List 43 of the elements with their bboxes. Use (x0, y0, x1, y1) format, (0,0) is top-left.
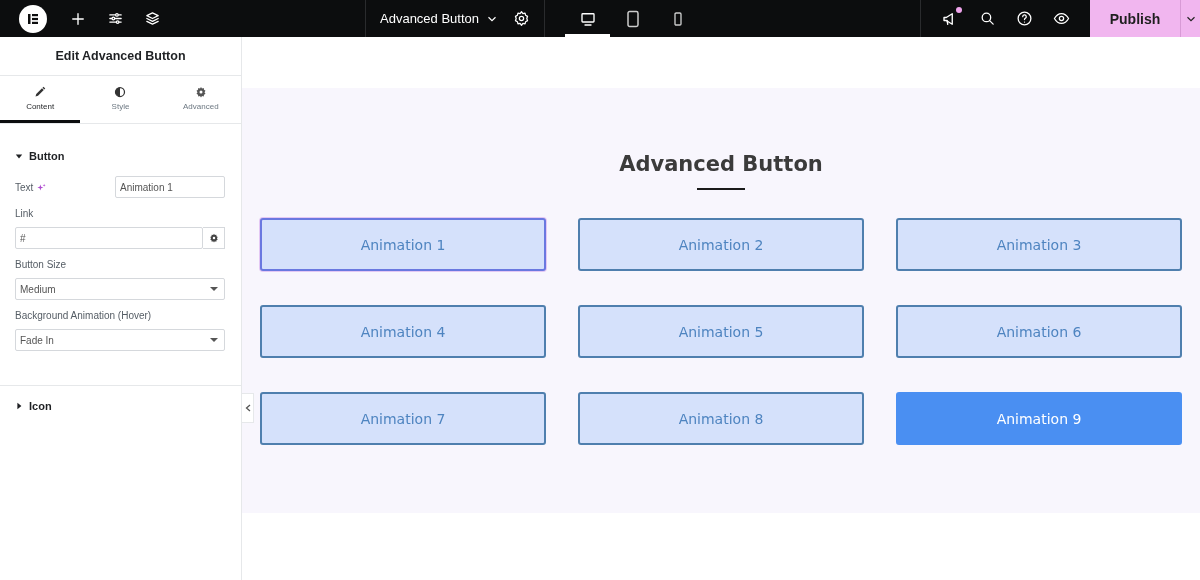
publish-button[interactable]: Publish (1090, 0, 1180, 37)
animation-button[interactable]: Animation 1 (260, 218, 546, 271)
panel-tab[interactable]: Style (80, 76, 161, 123)
gear-icon (194, 85, 207, 98)
animation-button[interactable]: Animation 9 (896, 392, 1182, 445)
field-label: Background Animation (Hover) (15, 310, 153, 321)
animation-button[interactable]: Animation 4 (260, 305, 546, 358)
collapse-panel-button[interactable] (242, 393, 254, 423)
sliders-icon[interactable] (107, 10, 124, 27)
link-options-button[interactable] (203, 227, 225, 249)
select-field[interactable]: Fade In (15, 329, 225, 351)
ai-sparkle-icon[interactable] (37, 182, 47, 192)
animation-button[interactable]: Animation 6 (896, 305, 1182, 358)
field-label: Text (15, 181, 34, 193)
layers-icon[interactable] (144, 10, 161, 27)
document-title-dropdown[interactable]: Advanced Button (380, 11, 500, 26)
help-icon[interactable] (1016, 10, 1033, 27)
caret-icon (15, 152, 23, 160)
panel-tab[interactable]: Advanced (160, 76, 241, 123)
caret-icon (15, 402, 23, 410)
field-label: Link (15, 208, 35, 219)
pencil-icon (34, 85, 47, 98)
section-header[interactable]: Button (0, 136, 241, 176)
animation-button[interactable]: Animation 3 (896, 218, 1182, 271)
animation-button[interactable]: Animation 5 (578, 305, 864, 358)
section-header[interactable]: Icon (0, 386, 241, 426)
animation-button[interactable]: Animation 7 (260, 392, 546, 445)
eye-icon[interactable] (1053, 10, 1070, 27)
link-input[interactable]: # (15, 227, 203, 249)
settings-icon[interactable] (513, 10, 531, 27)
animation-button[interactable]: Animation 8 (578, 392, 864, 445)
select-field[interactable]: Medium (15, 278, 225, 300)
panel-title: Edit Advanced Button (55, 49, 186, 63)
search-icon[interactable] (979, 10, 996, 27)
panel-tab[interactable]: Content (0, 76, 81, 123)
section-heading: Advanced Button (619, 152, 823, 176)
logo-icon[interactable] (19, 4, 47, 33)
contrast-icon (114, 85, 127, 98)
gear-icon (208, 233, 219, 243)
text-input[interactable]: Animation 1 (115, 176, 225, 198)
field-label: Button Size (15, 259, 68, 270)
chevron-left-icon (244, 404, 251, 412)
animation-button[interactable]: Animation 2 (578, 218, 864, 271)
